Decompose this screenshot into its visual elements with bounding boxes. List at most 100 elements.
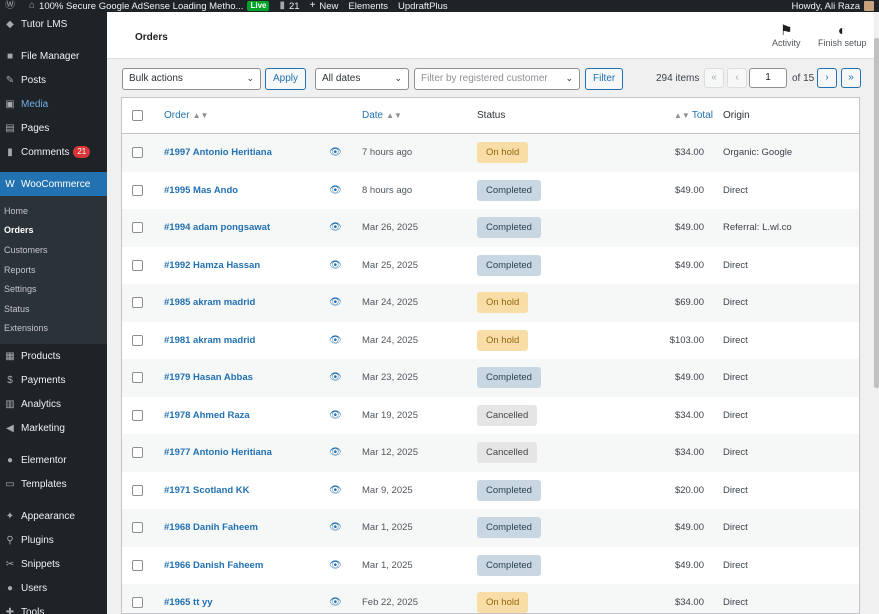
date-filter-select[interactable]: All dates ⌄	[315, 68, 409, 90]
finish-setup-button[interactable]: ◐ Finish setup	[818, 22, 867, 48]
sidebar-item-users[interactable]: ● Users	[0, 576, 107, 600]
row-checkbox[interactable]	[132, 334, 143, 346]
updraftplus-link[interactable]: UpdraftPlus	[393, 0, 453, 12]
order-link[interactable]: #1968 Danih Faheem	[164, 522, 258, 533]
column-date[interactable]: Date ▲▼	[362, 98, 402, 133]
sidebar-item-products[interactable]: ▦ Products	[0, 344, 107, 368]
last-page-button[interactable]: »	[841, 68, 861, 88]
order-link[interactable]: #1995 Mas Ando	[164, 185, 238, 196]
table-row[interactable]: #1965 tt yy 👁 Feb 22, 2025 On hold $34.0…	[122, 584, 859, 613]
eye-icon[interactable]: 👁	[329, 372, 342, 383]
order-link[interactable]: #1994 adam pongsawat	[164, 222, 270, 233]
table-row[interactable]: #1978 Ahmed Raza 👁 Mar 19, 2025 Cancelle…	[122, 397, 859, 435]
submenu-item-settings[interactable]: Settings	[0, 279, 107, 299]
eye-icon[interactable]: 👁	[329, 185, 342, 196]
sidebar-item-file-manager[interactable]: ■ File Manager	[0, 44, 107, 68]
row-checkbox[interactable]	[132, 597, 143, 609]
table-row[interactable]: #1992 Hamza Hassan 👁 Mar 25, 2025 Comple…	[122, 247, 859, 285]
submenu-item-customers[interactable]: Customers	[0, 240, 107, 260]
order-link[interactable]: #1966 Danish Faheem	[164, 560, 263, 571]
status-badge: Completed	[477, 479, 541, 501]
eye-icon[interactable]: 👁	[329, 522, 342, 533]
sidebar-item-pages[interactable]: ▤ Pages	[0, 116, 107, 140]
table-row[interactable]: #1981 akram madrid 👁 Mar 24, 2025 On hol…	[122, 322, 859, 360]
order-link[interactable]: #1977 Antonio Heritiana	[164, 447, 272, 458]
sidebar-item-marketing[interactable]: ◀ Marketing	[0, 416, 107, 440]
order-link[interactable]: #1992 Hamza Hassan	[164, 260, 260, 271]
table-row[interactable]: #1995 Mas Ando 👁 8 hours ago Completed $…	[122, 172, 859, 210]
submenu-item-home[interactable]: Home	[0, 201, 107, 221]
order-link[interactable]: #1979 Hasan Abbas	[164, 372, 253, 383]
sidebar-item-plugins[interactable]: ⚲ Plugins	[0, 528, 107, 552]
sidebar-item-posts[interactable]: ✎ Posts	[0, 68, 107, 92]
row-checkbox[interactable]	[132, 222, 143, 234]
table-row[interactable]: #1997 Antonio Heritiana 👁 7 hours ago On…	[122, 134, 859, 172]
order-link[interactable]: #1971 Scotland KK	[164, 485, 250, 496]
eye-icon[interactable]: 👁	[329, 297, 342, 308]
order-link[interactable]: #1985 akram madrid	[164, 297, 255, 308]
order-link[interactable]: #1965 tt yy	[164, 597, 213, 608]
eye-icon[interactable]: 👁	[329, 485, 342, 496]
comments-link[interactable]: ▮ 21	[274, 0, 304, 12]
site-name-link[interactable]: ⌂ 100% Secure Google AdSense Loading Meth…	[24, 0, 274, 12]
eye-icon[interactable]: 👁	[329, 335, 342, 346]
row-checkbox[interactable]	[132, 372, 143, 384]
filter-button[interactable]: Filter	[585, 68, 624, 90]
sidebar-item-elementor[interactable]: ● Elementor	[0, 448, 107, 472]
select-all-checkbox[interactable]	[132, 110, 143, 121]
submenu-item-extensions[interactable]: Extensions	[0, 319, 107, 339]
row-checkbox[interactable]	[132, 559, 143, 571]
table-row[interactable]: #1979 Hasan Abbas 👁 Mar 23, 2025 Complet…	[122, 359, 859, 397]
customer-filter-input[interactable]: Filter by registered customer ⌄	[414, 68, 580, 90]
eye-icon[interactable]: 👁	[329, 147, 342, 158]
sidebar-item-templates[interactable]: ▭ Templates	[0, 472, 107, 496]
order-link[interactable]: #1978 Ahmed Raza	[164, 410, 250, 421]
row-checkbox[interactable]	[132, 409, 143, 421]
current-page-input[interactable]: 1	[749, 68, 787, 88]
row-checkbox[interactable]	[132, 447, 143, 459]
row-checkbox[interactable]	[132, 184, 143, 196]
row-checkbox[interactable]	[132, 522, 143, 534]
sidebar-item-analytics[interactable]: ▥ Analytics	[0, 392, 107, 416]
table-row[interactable]: #1994 adam pongsawat 👁 Mar 26, 2025 Comp…	[122, 209, 859, 247]
row-checkbox[interactable]	[132, 259, 143, 271]
row-checkbox[interactable]	[132, 147, 143, 159]
new-content-link[interactable]: + New	[305, 0, 344, 12]
table-row[interactable]: #1985 akram madrid 👁 Mar 24, 2025 On hol…	[122, 284, 859, 322]
row-checkbox[interactable]	[132, 484, 143, 496]
next-page-button[interactable]: ›	[817, 68, 837, 88]
eye-icon[interactable]: 👁	[329, 447, 342, 458]
sidebar-item-tools[interactable]: ✚ Tools	[0, 600, 107, 614]
submenu-item-status[interactable]: Status	[0, 299, 107, 319]
activity-button[interactable]: ⚑ Activity	[772, 22, 801, 48]
sidebar-item-media[interactable]: ▣ Media	[0, 92, 107, 116]
eye-icon[interactable]: 👁	[329, 222, 342, 233]
elements-link[interactable]: Elements	[343, 0, 393, 12]
table-row[interactable]: #1966 Danish Faheem 👁 Mar 1, 2025 Comple…	[122, 547, 859, 585]
column-order[interactable]: Order ▲▼	[164, 98, 208, 133]
page-scrollbar-thumb[interactable]	[874, 38, 879, 388]
eye-icon[interactable]: 👁	[329, 560, 342, 571]
sidebar-item-payments[interactable]: $ Payments	[0, 368, 107, 392]
eye-icon[interactable]: 👁	[329, 597, 342, 608]
sidebar-item-comments[interactable]: ▮ Comments 21	[0, 140, 107, 164]
sidebar-item-snippets[interactable]: ✂ Snippets	[0, 552, 107, 576]
table-row[interactable]: #1977 Antonio Heritiana 👁 Mar 12, 2025 C…	[122, 434, 859, 472]
row-checkbox[interactable]	[132, 297, 143, 309]
sidebar-item-woocommerce[interactable]: W WooCommerce	[0, 172, 107, 196]
order-link[interactable]: #1981 akram madrid	[164, 335, 255, 346]
submenu-item-reports[interactable]: Reports	[0, 260, 107, 280]
sidebar-item-appearance[interactable]: ✦ Appearance	[0, 504, 107, 528]
column-total[interactable]: ▲▼ Total	[674, 98, 713, 133]
submenu-item-orders[interactable]: Orders	[0, 221, 107, 241]
table-row[interactable]: #1971 Scotland KK 👁 Mar 9, 2025 Complete…	[122, 472, 859, 510]
wordpress-logo[interactable]: Ⓦ	[0, 0, 24, 12]
bulk-actions-select[interactable]: Bulk actions ⌄	[122, 68, 261, 90]
sidebar-item-tutor-lms[interactable]: ◆ Tutor LMS	[0, 12, 107, 36]
eye-icon[interactable]: 👁	[329, 260, 342, 271]
order-link[interactable]: #1997 Antonio Heritiana	[164, 147, 272, 158]
account-menu[interactable]: Howdy, Ali Raza	[787, 0, 879, 12]
apply-button[interactable]: Apply	[265, 68, 307, 90]
table-row[interactable]: #1968 Danih Faheem 👁 Mar 1, 2025 Complet…	[122, 509, 859, 547]
eye-icon[interactable]: 👁	[329, 410, 342, 421]
